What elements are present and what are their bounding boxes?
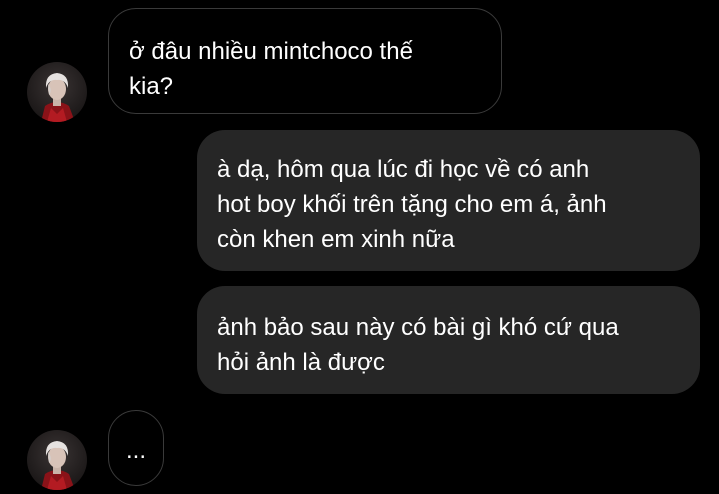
message-text: ở đâu nhiều mintchoco thế kia? (129, 38, 413, 100)
message-bubble-outgoing[interactable]: à dạ, hôm qua lúc đi học về có anh hot b… (197, 130, 700, 271)
profile-photo-icon (27, 62, 87, 122)
profile-photo-icon (27, 430, 87, 490)
message-text: ... (125, 437, 146, 464)
message-text: ảnh bảo sau này có bài gì khó cứ qua hỏi… (217, 314, 619, 376)
message-bubble-incoming[interactable]: ... (108, 410, 164, 486)
contact-avatar[interactable] (27, 62, 87, 122)
contact-avatar[interactable] (27, 430, 87, 490)
message-text: à dạ, hôm qua lúc đi học về có anh hot b… (217, 156, 607, 253)
message-bubble-outgoing[interactable]: ảnh bảo sau này có bài gì khó cứ qua hỏi… (197, 286, 700, 394)
message-bubble-incoming[interactable]: ở đâu nhiều mintchoco thế kia? (108, 8, 502, 114)
